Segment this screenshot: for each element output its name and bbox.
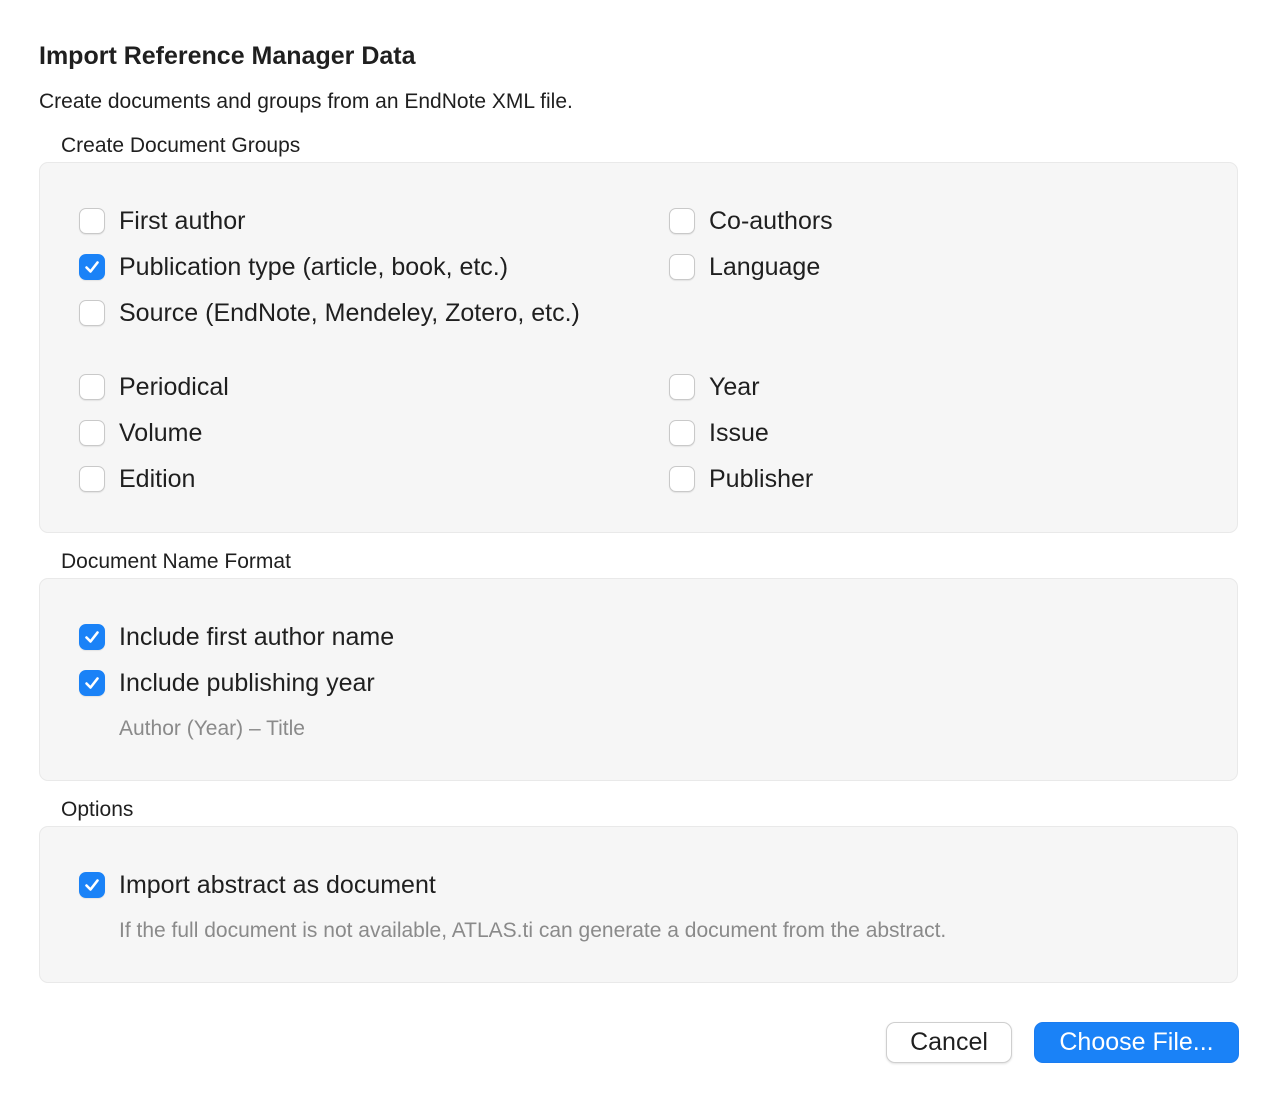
checkbox-volume[interactable]: Volume (79, 418, 202, 448)
checkbox-box[interactable] (669, 254, 695, 280)
checkbox-co-authors[interactable]: Co-authors (669, 206, 833, 236)
checkbox-year[interactable]: Year (669, 372, 760, 402)
checkmark-icon (85, 677, 99, 689)
checkbox-label: Edition (119, 464, 196, 493)
checkbox-label: First author (119, 206, 246, 235)
checkbox-publication-type[interactable]: Publication type (article, book, etc.) (79, 252, 508, 282)
checkbox-label: Language (709, 252, 821, 281)
checkbox-source[interactable]: Source (EndNote, Mendeley, Zotero, etc.) (79, 298, 580, 328)
checkbox-label: Include publishing year (119, 668, 375, 697)
name-format-section-label: Document Name Format (61, 550, 291, 573)
dialog-subtitle: Create documents and groups from an EndN… (39, 90, 573, 113)
checkbox-box[interactable] (79, 300, 105, 326)
options-hint: If the full document is not available, A… (119, 919, 947, 942)
checkbox-label: Periodical (119, 372, 229, 401)
checkbox-label: Co-authors (709, 206, 833, 235)
checkbox-label: Import abstract as document (119, 870, 436, 899)
checkmark-icon (85, 261, 99, 273)
checkbox-label: Year (709, 372, 760, 401)
checkbox-box[interactable] (79, 254, 105, 280)
name-format-preview: Author (Year) – Title (119, 717, 305, 740)
options-section-label: Options (61, 798, 134, 821)
checkbox-label: Publisher (709, 464, 814, 493)
checkbox-box[interactable] (79, 374, 105, 400)
dialog-title: Import Reference Manager Data (39, 42, 416, 70)
cancel-button[interactable]: Cancel (886, 1022, 1012, 1063)
checkbox-language[interactable]: Language (669, 252, 820, 282)
checkbox-periodical[interactable]: Periodical (79, 372, 229, 402)
groups-section-label: Create Document Groups (61, 134, 301, 157)
checkbox-issue[interactable]: Issue (669, 418, 769, 448)
checkbox-include-publishing-year[interactable]: Include publishing year (79, 668, 375, 698)
checkbox-box[interactable] (669, 466, 695, 492)
checkbox-box[interactable] (79, 872, 105, 898)
choose-file-button[interactable]: Choose File... (1034, 1022, 1239, 1063)
checkbox-label: Volume (119, 418, 203, 447)
import-dialog: Import Reference Manager Data Create doc… (0, 0, 1276, 1101)
checkbox-box[interactable] (79, 420, 105, 446)
checkbox-include-first-author[interactable]: Include first author name (79, 622, 394, 652)
checkbox-box[interactable] (79, 208, 105, 234)
checkbox-publisher[interactable]: Publisher (669, 464, 813, 494)
checkbox-label: Publication type (article, book, etc.) (119, 252, 509, 281)
checkbox-box[interactable] (79, 624, 105, 650)
checkbox-first-author[interactable]: First author (79, 206, 245, 236)
checkbox-import-abstract[interactable]: Import abstract as document (79, 870, 436, 900)
checkbox-box[interactable] (79, 466, 105, 492)
checkbox-label: Source (EndNote, Mendeley, Zotero, etc.) (119, 298, 580, 327)
checkbox-label: Include first author name (119, 622, 395, 651)
checkbox-edition[interactable]: Edition (79, 464, 195, 494)
checkmark-icon (85, 879, 99, 891)
checkbox-box[interactable] (669, 208, 695, 234)
checkbox-box[interactable] (79, 670, 105, 696)
checkbox-box[interactable] (669, 420, 695, 446)
checkmark-icon (85, 631, 99, 643)
checkbox-label: Issue (709, 418, 769, 447)
checkbox-box[interactable] (669, 374, 695, 400)
options-panel (39, 826, 1238, 983)
